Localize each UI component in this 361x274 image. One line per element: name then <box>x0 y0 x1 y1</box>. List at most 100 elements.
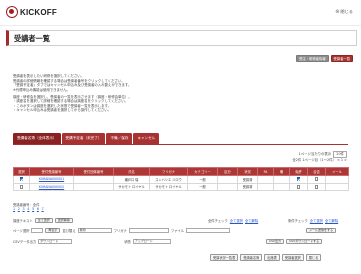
per-page-label: 1ページ当たりの表示 <box>298 152 332 156</box>
page-link[interactable]: 1 <box>13 207 15 211</box>
participant-number-link[interactable]: KURANA000001 <box>29 175 74 184</box>
column-header[interactable]: カテゴリー <box>187 167 218 176</box>
table-cell <box>217 175 238 184</box>
select-all-button[interactable]: 全て選択 <box>34 218 53 223</box>
info-text: 受講者を表示したい研修を選択してください。 受講者の詳細情報を確認する場合は受講… <box>13 74 343 113</box>
close-button[interactable]: 閉じる <box>305 254 322 261</box>
top-bar: KICKOFF ⊗ 閉じる <box>0 0 361 26</box>
row-select-cell[interactable] <box>13 182 30 191</box>
close-window-link[interactable]: ⊗ 閉じる <box>335 9 353 15</box>
column-header[interactable]: 受付受講番号 <box>29 167 74 176</box>
pager-nav[interactable]: < 1 > <box>337 158 347 162</box>
deselect-button[interactable]: 選択解除 <box>54 218 73 223</box>
page-title-box: 受講者一覧 <box>6 30 357 46</box>
table-cell <box>273 182 290 191</box>
logo: KICKOFF <box>6 6 57 18</box>
per-page-select[interactable]: 20件 <box>333 151 347 158</box>
check-tools-b: 条件チェック 全て選択 全て解除 <box>288 218 338 223</box>
control-row-1: 講座テキスト 全て選択 選択解除 <box>13 218 73 223</box>
close-label: 閉じる <box>340 9 353 14</box>
pager-info: 1ページ当たりの表示 20件 全2件 1ページ目（1〜2件） < 1 > <box>292 151 347 163</box>
column-header[interactable]: 受付団体番号 <box>73 167 114 176</box>
roster-button[interactable]: 受講者名簿 <box>240 254 263 261</box>
file-label: ファイル <box>170 229 184 233</box>
table-cell: 受講済 <box>237 175 258 184</box>
page-link[interactable]: 5 <box>32 207 34 211</box>
check-all-link[interactable]: 全て選択 <box>230 218 243 223</box>
upload-select[interactable]: アップロード <box>132 239 171 244</box>
participant-number-link[interactable]: KURANA000002 <box>29 182 74 191</box>
table-cell: 受講済 <box>237 182 258 191</box>
column-header: 合否 <box>307 167 326 176</box>
tab-pending-participants[interactable]: 受講予定者（未完了） <box>61 133 106 144</box>
column-header: FA <box>257 167 274 176</box>
search-label: 講座テキスト <box>13 219 33 223</box>
csv-label: CSVデータ出力 <box>13 240 37 244</box>
mail-tools: メール送信をする <box>306 228 337 233</box>
close-circle-icon: ⊗ <box>335 9 340 15</box>
page-link[interactable]: 6 <box>37 207 39 211</box>
row-select-cell[interactable] <box>13 175 30 184</box>
participant-list-button[interactable]: 受講者一覧 <box>330 55 353 62</box>
sort-label: 並び替え <box>62 229 76 233</box>
csv-download-button[interactable]: CSVダウンロードする <box>286 239 323 244</box>
tab-incomplete[interactable]: 不備／保存 <box>106 133 133 144</box>
table-cell <box>257 175 274 184</box>
sort-select[interactable]: 昇順 <box>77 228 112 233</box>
attendance-sheet-button[interactable]: 出席表 <box>264 254 280 261</box>
column-header[interactable]: フリガナ <box>149 167 188 176</box>
file-input[interactable] <box>186 228 230 233</box>
pagination: 受講者番号：全件 1 2 3 4 5 6 7 <box>13 203 45 211</box>
table-cell <box>289 182 308 191</box>
page-input[interactable] <box>31 228 44 233</box>
tab-all-participants[interactable]: 受講者名簿（全体表示） <box>13 133 61 144</box>
csv-output-button[interactable]: CSV出力 <box>266 239 285 244</box>
participant-select-button[interactable]: 受講者選択 <box>281 254 304 261</box>
table-header-row: 選択 受付受講番号 受付団体番号 氏名 フリガナ カテゴリー 区分 状況 FA … <box>13 167 349 176</box>
status-label: 状態 <box>124 240 131 244</box>
table-cell <box>217 182 238 191</box>
column-header: 免許 <box>289 167 308 176</box>
table-cell <box>73 175 114 184</box>
table-cell: サカモト ロイヤル <box>113 182 150 191</box>
column-header[interactable]: 状況 <box>237 167 258 176</box>
send-mail-button[interactable]: メール送信をする <box>306 228 337 233</box>
page-link[interactable]: 4 <box>27 207 29 211</box>
column-header[interactable]: 区分 <box>217 167 238 176</box>
redisplay-button[interactable]: 再表示 <box>45 228 61 233</box>
page-link[interactable]: 2 <box>18 207 20 211</box>
column-header: メール <box>325 167 349 176</box>
tab-bar: 受講者名簿（全体表示） 受講予定者（未完了） 不備／保存 キャンセル <box>13 133 160 144</box>
uncheck-all-link[interactable]: 全て解除 <box>245 218 258 223</box>
all-check-label: 全件チェック <box>208 219 228 223</box>
tab-underline <box>13 144 348 145</box>
page-title: 受講者一覧 <box>14 34 50 43</box>
csv-download-select[interactable]: ダウンロード <box>38 239 73 244</box>
furigana-input[interactable] <box>128 228 169 233</box>
pass-checkbox[interactable] <box>314 184 319 189</box>
participant-table: 選択 受付受講番号 受付団体番号 氏名 フリガナ カテゴリー 区分 状況 FA … <box>13 167 349 191</box>
table-cell: スンバリエ ジロウ <box>149 175 188 184</box>
attendance-status-button[interactable]: 受講状況一覧表 <box>210 254 239 261</box>
page-select-label: ページ選択 <box>13 229 30 233</box>
control-row-2: ページ選択 再表示 並び替え 昇順 フリガナ ファイル <box>13 228 230 233</box>
pass-checkbox[interactable] <box>314 177 319 182</box>
license-checkbox[interactable] <box>296 184 301 189</box>
table-cell <box>273 175 290 184</box>
row-checkbox[interactable] <box>19 177 24 182</box>
bottom-actions: 受講状況一覧表 受講者名簿 出席表 受講者選択 閉じる <box>210 254 322 261</box>
table-cell <box>307 182 326 191</box>
table-row: KURANA000002 サカモト ロイヤル サカモト ロイヤル 一般 受講済 <box>13 182 349 191</box>
page-link[interactable]: 3 <box>23 207 25 211</box>
table-cell <box>307 175 326 184</box>
page-link[interactable]: 7 <box>42 207 44 211</box>
row-checkbox[interactable] <box>19 184 24 189</box>
tab-cancelled[interactable]: キャンセル <box>133 133 160 144</box>
order-info-button[interactable]: 受注・研修者情報 <box>296 55 329 62</box>
column-header[interactable]: 氏名 <box>113 167 150 176</box>
license-checkbox[interactable] <box>296 177 301 182</box>
table-cell: サカモト ロイヤル <box>149 182 188 191</box>
condition-check-all-link[interactable]: 全て選択 <box>310 218 323 223</box>
table-cell: 一般 <box>187 175 218 184</box>
condition-uncheck-link[interactable]: 全て解除 <box>325 218 338 223</box>
